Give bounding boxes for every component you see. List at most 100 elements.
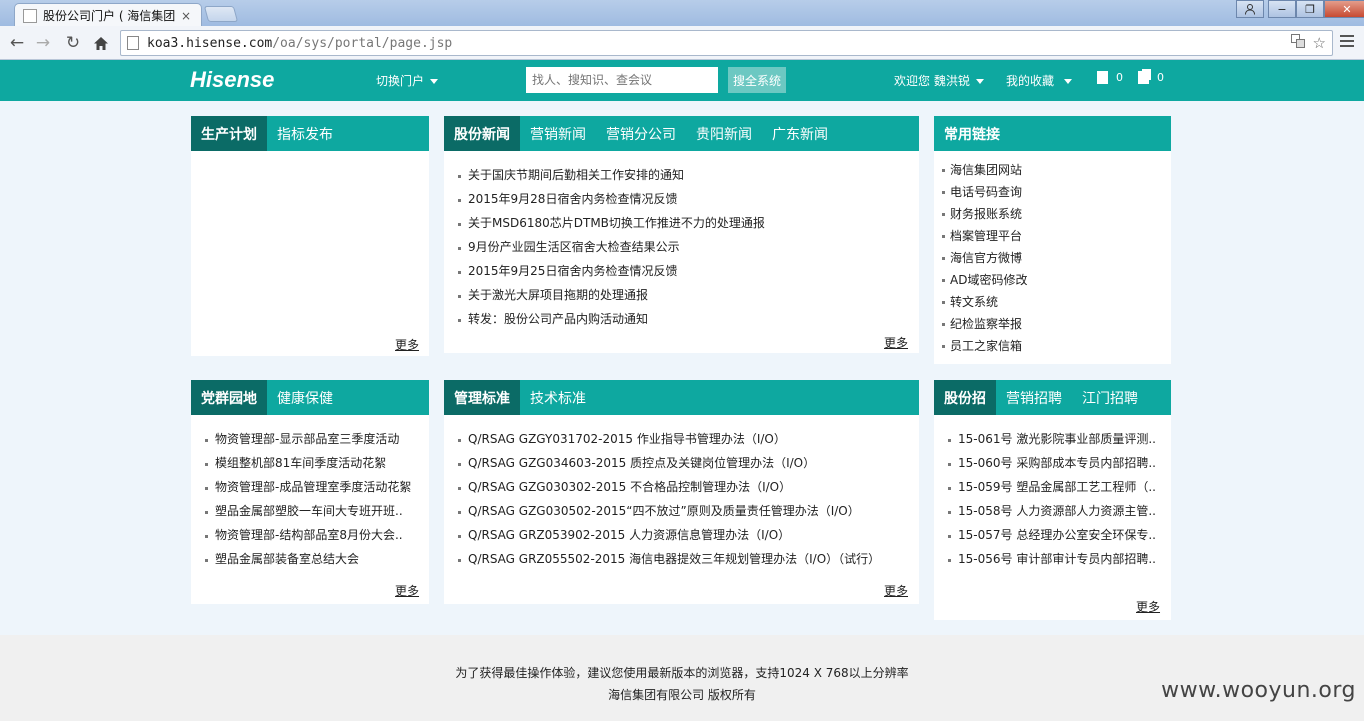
tab-close-icon[interactable]: ×	[179, 9, 193, 23]
list-item[interactable]: Q/RSAG GRZ053902-2015 人力资源信息管理办法（I/O）	[458, 523, 919, 547]
panel-tabs: 股份新闻 营销新闻 营销分公司 贵阳新闻 广东新闻	[444, 116, 919, 151]
list-item[interactable]: 纪检监察举报	[942, 313, 1171, 335]
more-link[interactable]: 更多	[1136, 598, 1160, 615]
tab-indicator-release[interactable]: 指标发布	[267, 116, 343, 151]
list-item[interactable]: 关于激光大屏项目拖期的处理通报	[458, 283, 919, 307]
list-item[interactable]: 电话号码查询	[942, 181, 1171, 203]
bookmark-star-icon[interactable]: ☆	[1313, 34, 1326, 52]
clipboard-icon	[1097, 71, 1108, 84]
browser-recommendation-text: 为了获得最佳操作体验，建议您使用最新版本的浏览器，支持1024 X 768以上分…	[455, 666, 909, 680]
list-item[interactable]: 模组整机部81车间季度活动花絮	[205, 451, 429, 475]
tab-marketing-recruitment[interactable]: 营销招聘	[996, 380, 1072, 415]
restore-button[interactable]: ❐	[1296, 0, 1324, 18]
user-profile-icon[interactable]	[1236, 0, 1264, 18]
more-link[interactable]: 更多	[884, 334, 908, 351]
list-item[interactable]: 转发：股份公司产品内购活动通知	[458, 307, 919, 331]
list-item[interactable]: 物资管理部-成品管理室季度活动花絮	[205, 475, 429, 499]
minimize-button[interactable]: −	[1268, 0, 1296, 18]
panel-production-plan: 生产计划 指标发布 更多	[191, 116, 429, 356]
tab-party-garden[interactable]: 党群园地	[191, 380, 267, 415]
tab-health-care[interactable]: 健康保健	[267, 380, 343, 415]
list-item[interactable]: 15-059号 塑品金属部工艺工程师（..	[948, 475, 1171, 499]
tab-company-recruitment[interactable]: 股份招	[934, 380, 996, 415]
list-item[interactable]: 15-060号 采购部成本专员内部招聘..	[948, 451, 1171, 475]
tab-production-plan[interactable]: 生产计划	[191, 116, 267, 151]
list-item[interactable]: 海信集团网站	[942, 159, 1171, 181]
translate-icon[interactable]	[1290, 34, 1305, 52]
tab-guangdong-news[interactable]: 广东新闻	[762, 116, 838, 151]
new-tab-button[interactable]	[203, 6, 239, 22]
list-item[interactable]: 物资管理部-结构部品室8月份大会..	[205, 523, 429, 547]
panel-news: 股份新闻 营销新闻 营销分公司 贵阳新闻 广东新闻 关于国庆节期间后勤相关工作安…	[444, 116, 919, 353]
list-item[interactable]: AD域密码修改	[942, 269, 1171, 291]
window-controls	[1236, 0, 1264, 18]
list-item[interactable]: 15-056号 审计部审计专员内部招聘..	[948, 547, 1171, 571]
tab-management-standards[interactable]: 管理标准	[444, 380, 520, 415]
list-item[interactable]: 塑品金属部装备室总结大会	[205, 547, 429, 571]
url-text: koa3.hisense.com/oa/sys/portal/page.jsp	[147, 35, 453, 51]
favorites-menu[interactable]: 我的收藏	[1006, 72, 1073, 89]
panel-common-links: 常用链接 海信集团网站 电话号码查询 财务报账系统 档案管理平台 海信官方微博 …	[934, 116, 1171, 364]
address-bar[interactable]: koa3.hisense.com/oa/sys/portal/page.jsp …	[120, 30, 1333, 56]
switch-portal-dropdown[interactable]: 切换门户	[376, 72, 439, 89]
site-header: Hisense 切换门户 搜全系统 欢迎您 魏洪锐 我的收藏 0 0	[0, 60, 1364, 101]
list-item[interactable]: 15-058号 人力资源部人力资源主管..	[948, 499, 1171, 523]
list-item[interactable]: 物资管理部-显示部品室三季度活动	[205, 427, 429, 451]
list-item[interactable]: 15-057号 总经理办公室安全环保专..	[948, 523, 1171, 547]
list-item[interactable]: 塑品金属部塑胶一车间大专班开班..	[205, 499, 429, 523]
browser-toolbar: ← → ↻ koa3.hisense.com/oa/sys/portal/pag…	[0, 26, 1364, 60]
panel-tabs: 管理标准 技术标准	[444, 380, 919, 415]
panel-party: 党群园地 健康保健 物资管理部-显示部品室三季度活动 模组整机部81车间季度活动…	[191, 380, 429, 604]
more-link[interactable]: 更多	[395, 336, 419, 353]
list-item[interactable]: Q/RSAG GZG030502-2015“四不放过”原则及质量责任管理办法（I…	[458, 499, 919, 523]
todo-counter[interactable]: 0	[1097, 71, 1123, 84]
list-item[interactable]: 2015年9月25日宿舍内务检查情况反馈	[458, 259, 919, 283]
reload-icon[interactable]: ↻	[62, 32, 84, 54]
tab-technical-standards[interactable]: 技术标准	[520, 380, 596, 415]
list-item[interactable]: 转文系统	[942, 291, 1171, 313]
browser-tab[interactable]: 股份公司门户 ( 海信集团 ) ×	[14, 3, 202, 27]
back-arrow-icon[interactable]: ←	[6, 32, 28, 54]
panel-standards: 管理标准 技术标准 Q/RSAG GZGY031702-2015 作业指导书管理…	[444, 380, 919, 604]
panel-tabs: 常用链接	[934, 116, 1171, 151]
browser-menu-icon[interactable]	[1340, 35, 1354, 50]
list-item[interactable]: 海信官方微博	[942, 247, 1171, 269]
list-item[interactable]: Q/RSAG GRZ055502-2015 海信电器提效三年规划管理办法（I/O…	[458, 547, 919, 571]
global-search-input[interactable]	[526, 67, 718, 93]
copyright-text: 海信集团有限公司 版权所有	[608, 688, 756, 702]
home-icon[interactable]	[90, 32, 112, 54]
tab-marketing-news[interactable]: 营销新闻	[520, 116, 596, 151]
list-item[interactable]: 财务报账系统	[942, 203, 1171, 225]
recruit-list: 15-061号 激光影院事业部质量评测.. 15-060号 采购部成本专员内部招…	[934, 415, 1171, 571]
tab-guiyang-news[interactable]: 贵阳新闻	[686, 116, 762, 151]
links-list: 海信集团网站 电话号码查询 财务报账系统 档案管理平台 海信官方微博 AD域密码…	[934, 151, 1171, 357]
list-item[interactable]: 15-061号 激光影院事业部质量评测..	[948, 427, 1171, 451]
tab-marketing-branch[interactable]: 营销分公司	[596, 116, 686, 151]
list-item[interactable]: 员工之家信箱	[942, 335, 1171, 357]
list-item[interactable]: 关于MSD6180芯片DTMB切换工作推进不力的处理通报	[458, 211, 919, 235]
search-all-button[interactable]: 搜全系统	[728, 67, 786, 93]
user-menu[interactable]: 欢迎您 魏洪锐	[894, 72, 984, 89]
list-item[interactable]: Q/RSAG GZGY031702-2015 作业指导书管理办法（I/O）	[458, 427, 919, 451]
list-item[interactable]: Q/RSAG GZG030302-2015 不合格品控制管理办法（I/O）	[458, 475, 919, 499]
list-item[interactable]: 9月份产业园生活区宿舍大检查结果公示	[458, 235, 919, 259]
chevron-down-icon	[975, 79, 984, 84]
hisense-logo[interactable]: Hisense	[190, 67, 274, 93]
more-link[interactable]: 更多	[395, 582, 419, 599]
panel-recruitment: 股份招 营销招聘 江门招聘 15-061号 激光影院事业部质量评测.. 15-0…	[934, 380, 1171, 620]
docs-counter[interactable]: 0	[1138, 71, 1164, 84]
more-link[interactable]: 更多	[884, 582, 908, 599]
chevron-down-icon	[1064, 79, 1073, 84]
tab-company-news[interactable]: 股份新闻	[444, 116, 520, 151]
list-item[interactable]: 档案管理平台	[942, 225, 1171, 247]
news-list: 关于国庆节期间后勤相关工作安排的通知 2015年9月28日宿舍内务检查情况反馈 …	[444, 151, 919, 331]
list-item[interactable]: 关于国庆节期间后勤相关工作安排的通知	[458, 163, 919, 187]
list-item[interactable]: Q/RSAG GZG034603-2015 质控点及关键岗位管理办法（I/O）	[458, 451, 919, 475]
page-favicon-icon	[23, 8, 37, 23]
tab-common-links[interactable]: 常用链接	[934, 116, 1010, 151]
list-item[interactable]: 2015年9月28日宿舍内务检查情况反馈	[458, 187, 919, 211]
close-window-button[interactable]: ✕	[1324, 0, 1364, 18]
tab-jiangmen-recruitment[interactable]: 江门招聘	[1072, 380, 1148, 415]
panel-tabs: 生产计划 指标发布	[191, 116, 429, 151]
forward-arrow-icon[interactable]: →	[32, 32, 54, 54]
